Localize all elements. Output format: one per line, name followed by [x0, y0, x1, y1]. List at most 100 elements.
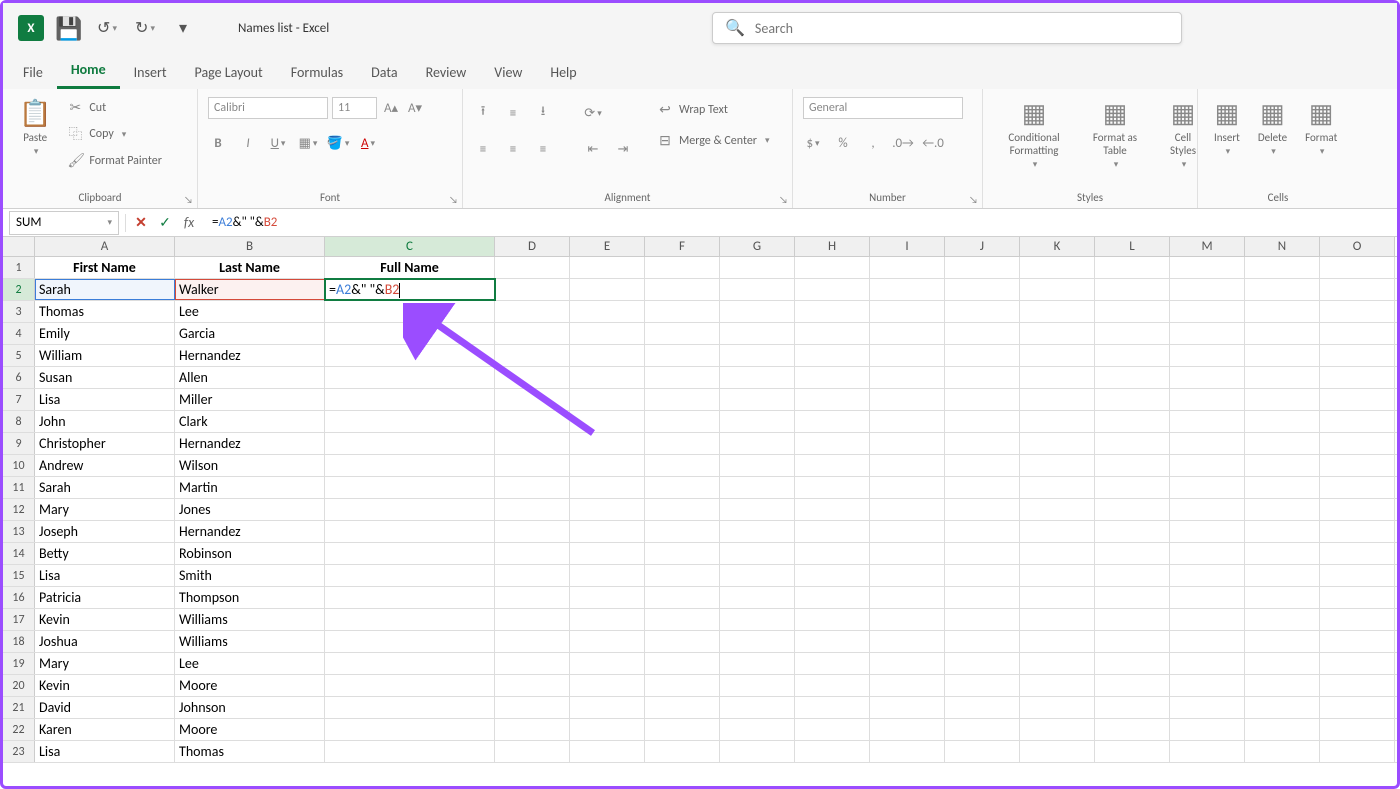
cell-K5[interactable] [1020, 345, 1095, 366]
cell-J5[interactable] [945, 345, 1020, 366]
cell-I11[interactable] [870, 477, 945, 498]
cell-F17[interactable] [645, 609, 720, 630]
cell-N4[interactable] [1245, 323, 1320, 344]
cell-G9[interactable] [720, 433, 795, 454]
cell-L12[interactable] [1095, 499, 1170, 520]
cell-L21[interactable] [1095, 697, 1170, 718]
cell-A8[interactable]: John [35, 411, 175, 432]
cell-J6[interactable] [945, 367, 1020, 388]
cell-G17[interactable] [720, 609, 795, 630]
font-size-select[interactable] [332, 97, 377, 119]
font-dialog-launcher[interactable]: ↘ [449, 193, 458, 206]
borders-button[interactable]: ▦ [298, 133, 318, 153]
cell-G11[interactable] [720, 477, 795, 498]
cell-L15[interactable] [1095, 565, 1170, 586]
column-header-I[interactable]: I [870, 237, 945, 256]
cell-H17[interactable] [795, 609, 870, 630]
row-header-5[interactable]: 5 [3, 345, 35, 366]
cell-I7[interactable] [870, 389, 945, 410]
cell-F12[interactable] [645, 499, 720, 520]
cell-M3[interactable] [1170, 301, 1245, 322]
increase-font-icon[interactable]: A▴ [381, 98, 401, 118]
cell-O2[interactable] [1320, 279, 1395, 300]
cell-O5[interactable] [1320, 345, 1395, 366]
cell-M7[interactable] [1170, 389, 1245, 410]
cell-O6[interactable] [1320, 367, 1395, 388]
cell-H18[interactable] [795, 631, 870, 652]
cell-D20[interactable] [495, 675, 570, 696]
tab-data[interactable]: Data [357, 56, 411, 89]
cell-M21[interactable] [1170, 697, 1245, 718]
font-color-button[interactable]: A [358, 133, 378, 153]
cell-J18[interactable] [945, 631, 1020, 652]
cell-K20[interactable] [1020, 675, 1095, 696]
align-left-icon[interactable]: ≡ [473, 139, 493, 159]
cell-F4[interactable] [645, 323, 720, 344]
cell-J21[interactable] [945, 697, 1020, 718]
comma-format-button[interactable]: , [863, 133, 883, 153]
select-all-corner[interactable] [3, 237, 35, 256]
increase-indent-icon[interactable]: ⇥ [613, 139, 633, 159]
cell-D15[interactable] [495, 565, 570, 586]
cell-F15[interactable] [645, 565, 720, 586]
cell-G4[interactable] [720, 323, 795, 344]
cell-M9[interactable] [1170, 433, 1245, 454]
cell-H14[interactable] [795, 543, 870, 564]
cell-C18[interactable] [325, 631, 495, 652]
cell-H22[interactable] [795, 719, 870, 740]
tab-formulas[interactable]: Formulas [277, 56, 357, 89]
cell-I13[interactable] [870, 521, 945, 542]
cell-D1[interactable] [495, 257, 570, 278]
cell-O12[interactable] [1320, 499, 1395, 520]
cell-N16[interactable] [1245, 587, 1320, 608]
cell-C14[interactable] [325, 543, 495, 564]
cell-O16[interactable] [1320, 587, 1395, 608]
cell-G12[interactable] [720, 499, 795, 520]
cell-I5[interactable] [870, 345, 945, 366]
cell-O9[interactable] [1320, 433, 1395, 454]
row-header-8[interactable]: 8 [3, 411, 35, 432]
cell-L8[interactable] [1095, 411, 1170, 432]
cell-B22[interactable]: Moore [175, 719, 325, 740]
enter-formula-button[interactable]: ✓ [156, 214, 174, 232]
cell-E23[interactable] [570, 741, 645, 762]
cell-N9[interactable] [1245, 433, 1320, 454]
row-header-7[interactable]: 7 [3, 389, 35, 410]
cell-A2[interactable]: Sarah [35, 279, 175, 300]
cell-A22[interactable]: Karen [35, 719, 175, 740]
cell-O15[interactable] [1320, 565, 1395, 586]
cell-C8[interactable] [325, 411, 495, 432]
cell-H16[interactable] [795, 587, 870, 608]
cell-E15[interactable] [570, 565, 645, 586]
cell-H13[interactable] [795, 521, 870, 542]
cell-M22[interactable] [1170, 719, 1245, 740]
formula-input[interactable]: =A2&" "&B2 [204, 215, 1397, 230]
cell-B11[interactable]: Martin [175, 477, 325, 498]
cell-B17[interactable]: Williams [175, 609, 325, 630]
cell-H11[interactable] [795, 477, 870, 498]
cell-H10[interactable] [795, 455, 870, 476]
cell-B8[interactable]: Clark [175, 411, 325, 432]
cell-J15[interactable] [945, 565, 1020, 586]
cell-B6[interactable]: Allen [175, 367, 325, 388]
align-bottom-icon[interactable]: ⭳ [533, 103, 553, 123]
cell-E1[interactable] [570, 257, 645, 278]
cell-N13[interactable] [1245, 521, 1320, 542]
cell-M8[interactable] [1170, 411, 1245, 432]
cell-G19[interactable] [720, 653, 795, 674]
cell-O17[interactable] [1320, 609, 1395, 630]
column-header-B[interactable]: B [175, 237, 325, 256]
cell-A21[interactable]: David [35, 697, 175, 718]
cell-M17[interactable] [1170, 609, 1245, 630]
cancel-formula-button[interactable]: ✕ [132, 214, 150, 232]
cell-F2[interactable] [645, 279, 720, 300]
cell-A10[interactable]: Andrew [35, 455, 175, 476]
cell-H3[interactable] [795, 301, 870, 322]
cell-M4[interactable] [1170, 323, 1245, 344]
cell-D7[interactable] [495, 389, 570, 410]
cell-C22[interactable] [325, 719, 495, 740]
cell-M23[interactable] [1170, 741, 1245, 762]
merge-center-button[interactable]: ⊟Merge & Center [653, 130, 774, 151]
cell-K16[interactable] [1020, 587, 1095, 608]
cell-K22[interactable] [1020, 719, 1095, 740]
